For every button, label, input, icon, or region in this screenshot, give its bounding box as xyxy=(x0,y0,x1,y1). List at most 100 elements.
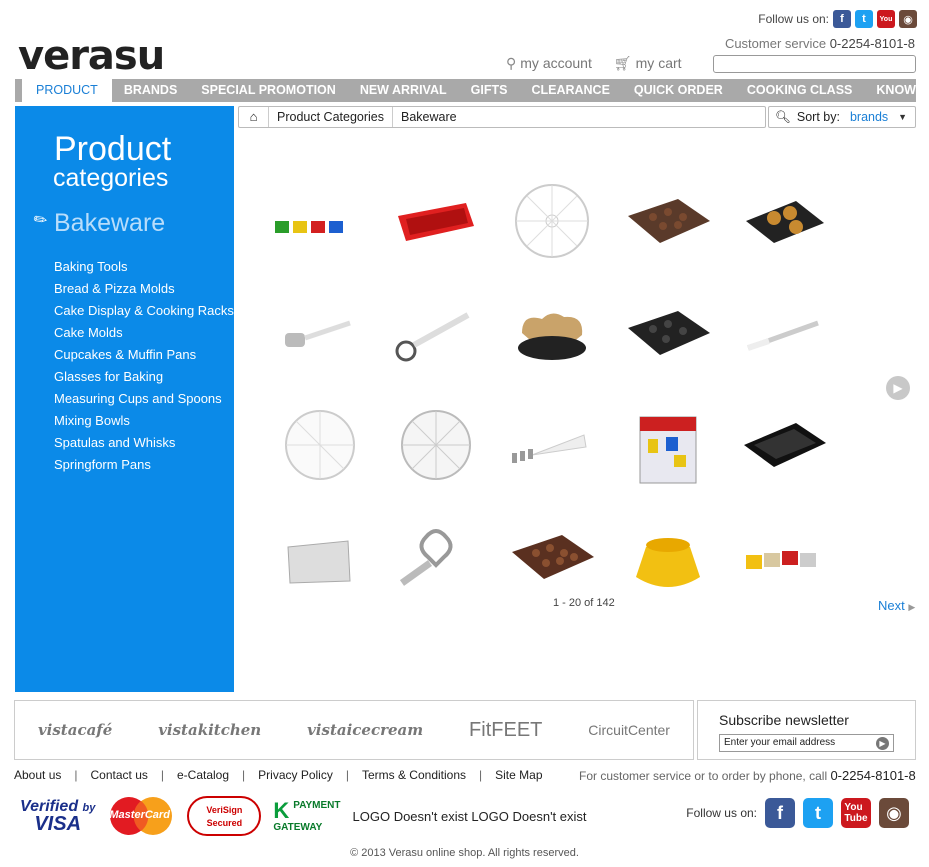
palette-knife-icon xyxy=(747,320,819,351)
submit-arrow-icon[interactable]: ▶ xyxy=(876,737,889,750)
facebook-icon[interactable]: f xyxy=(833,10,851,28)
product-thumbnail[interactable] xyxy=(618,512,718,602)
sidebar-item[interactable]: Spatulas and Whisks xyxy=(54,432,234,454)
product-thumbnail[interactable] xyxy=(386,288,486,378)
nav-item-knowledge[interactable]: KNOWLEDGE xyxy=(864,79,929,102)
product-thumbnail[interactable] xyxy=(618,288,718,378)
product-thumbnail[interactable] xyxy=(734,512,834,602)
sidebar-item[interactable]: Bread & Pizza Molds xyxy=(54,278,234,300)
footer-link[interactable]: Terms & Conditions xyxy=(362,768,466,782)
brand-logo[interactable]: vistaicecream xyxy=(307,721,423,739)
nav-item-special-promotion[interactable]: SPECIAL PROMOTION xyxy=(189,79,348,102)
piping-bag-set-icon xyxy=(512,434,587,463)
cake-divider-wheel-icon xyxy=(401,410,471,480)
pastry-wheel-cutter-icon xyxy=(395,312,470,362)
mini-cup-molds-icon xyxy=(746,551,816,569)
youtube-icon[interactable]: You xyxy=(877,10,895,28)
brown-chocolate-mold-icon xyxy=(628,199,710,243)
product-thumbnail[interactable] xyxy=(618,176,718,266)
product-thumbnail[interactable] xyxy=(502,512,602,602)
breadcrumb-item: Bakeware xyxy=(401,110,457,124)
my-cart-link[interactable]: 🛒︎ my cart xyxy=(614,55,682,72)
nav-item-quick-order[interactable]: QUICK ORDER xyxy=(622,79,735,102)
copyright: © 2013 Verasu online shop. All rights re… xyxy=(350,847,579,859)
product-thumbnail[interactable] xyxy=(386,176,486,266)
brown-praline-mold-icon xyxy=(512,535,594,579)
product-thumbnail[interactable] xyxy=(386,400,486,490)
nav-item-cooking-class[interactable]: COOKING CLASS xyxy=(735,79,865,102)
link-separator: | xyxy=(242,768,246,782)
product-thumbnail[interactable] xyxy=(386,512,486,602)
facebook-icon[interactable]: f xyxy=(765,798,795,828)
brand-logo[interactable]: vistakitchen xyxy=(158,721,261,739)
product-thumbnail[interactable] xyxy=(734,288,834,378)
nav-item-product[interactable]: PRODUCT xyxy=(21,79,112,102)
next-page-link[interactable]: Next ▶ xyxy=(878,598,915,613)
footer-link[interactable]: e-Catalog xyxy=(177,768,229,782)
sort-select[interactable]: 🔍︎ Sort by: brands ▼ xyxy=(768,106,916,128)
follow-us-bottom: Follow us on: f t You Tube ◉ xyxy=(686,798,909,828)
search-icon: 🔍︎ xyxy=(775,109,791,124)
sidebar-item[interactable]: Cake Molds xyxy=(54,322,234,344)
product-thumbnail[interactable] xyxy=(502,176,602,266)
footer-link[interactable]: Contact us xyxy=(91,768,148,782)
sidebar-title: Product xyxy=(54,130,172,168)
newsletter-title: Subscribe newsletter xyxy=(719,712,849,728)
sidebar-item[interactable]: Mixing Bowls xyxy=(54,410,234,432)
nav-item-new-arrival[interactable]: NEW ARRIVAL xyxy=(348,79,459,102)
nav-item-clearance[interactable]: CLEARANCE xyxy=(519,79,621,102)
breadcrumb-item[interactable]: Product Categories xyxy=(269,107,394,127)
sidebar-item[interactable]: Glasses for Baking xyxy=(54,366,234,388)
product-thumbnail[interactable] xyxy=(502,400,602,490)
sort-value: brands xyxy=(849,110,889,124)
k-payment-gateway-badge: K PAYMENT GATEWAY xyxy=(273,797,341,833)
brand-logo[interactable]: FitFEET xyxy=(469,719,542,742)
link-separator: | xyxy=(74,768,78,782)
footer-link[interactable]: Site Map xyxy=(495,768,542,782)
product-thumbnail[interactable] xyxy=(502,288,602,378)
customer-service-phone: 0-2254-8101-8 xyxy=(829,36,915,51)
product-thumbnail[interactable] xyxy=(270,176,370,266)
footer-link[interactable]: About us xyxy=(14,768,61,782)
sort-label: Sort by: xyxy=(796,110,840,124)
black-baking-tray-icon xyxy=(744,423,826,467)
my-account-link[interactable]: ⚲ my account xyxy=(506,55,592,72)
sidebar-item[interactable]: Baking Tools xyxy=(54,256,234,278)
search-input[interactable] xyxy=(713,55,916,73)
heart-springform-pan-icon xyxy=(518,313,586,360)
chevron-down-icon: ▼ xyxy=(898,112,907,122)
instagram-icon[interactable]: ◉ xyxy=(899,10,917,28)
footer-customer-service: For customer service or to order by phon… xyxy=(579,768,916,783)
footer-link[interactable]: Privacy Policy xyxy=(258,768,333,782)
link-separator: | xyxy=(479,768,483,782)
pager-range: 1 - 20 of 142 xyxy=(553,597,615,609)
site-logo[interactable]: verasu xyxy=(18,36,165,76)
twitter-icon[interactable]: t xyxy=(855,10,873,28)
missing-logo-text: LOGO Doesn't exist LOGO Doesn't exist xyxy=(352,808,587,824)
whisk-icon: ✎ xyxy=(30,209,52,232)
nav-item-gifts[interactable]: GIFTS xyxy=(459,79,520,102)
nav-item-brands[interactable]: BRANDS xyxy=(112,79,189,102)
black-pop-mold-icon xyxy=(746,201,824,243)
twitter-icon[interactable]: t xyxy=(803,798,833,828)
sidebar-item[interactable]: Cupcakes & Muffin Pans xyxy=(54,344,234,366)
sidebar-item[interactable]: Springform Pans xyxy=(54,454,234,476)
product-thumbnail[interactable] xyxy=(734,400,834,490)
sidebar-item[interactable]: Cake Display & Cooking Racks xyxy=(54,300,234,322)
cart-icon: 🛒︎ xyxy=(613,55,632,71)
home-icon[interactable]: ⌂ xyxy=(239,107,269,127)
newsletter-email-input[interactable]: Enter your email address ▶ xyxy=(719,734,894,752)
product-thumbnail[interactable] xyxy=(734,176,834,266)
product-thumbnail[interactable] xyxy=(270,512,370,602)
link-separator: | xyxy=(160,768,164,782)
sidebar-item[interactable]: Measuring Cups and Spoons xyxy=(54,388,234,410)
customer-service: Customer service 0-2254-8101-8 xyxy=(724,36,915,51)
product-thumbnail[interactable] xyxy=(270,400,370,490)
brand-logo[interactable]: vistacafé xyxy=(38,721,112,739)
product-thumbnail[interactable] xyxy=(618,400,718,490)
brand-logo[interactable]: CircuitCenter xyxy=(588,722,670,738)
youtube-icon[interactable]: You Tube xyxy=(841,798,871,828)
carousel-next-icon[interactable]: ▶ xyxy=(886,376,910,400)
instagram-icon[interactable]: ◉ xyxy=(879,798,909,828)
product-thumbnail[interactable] xyxy=(270,288,370,378)
